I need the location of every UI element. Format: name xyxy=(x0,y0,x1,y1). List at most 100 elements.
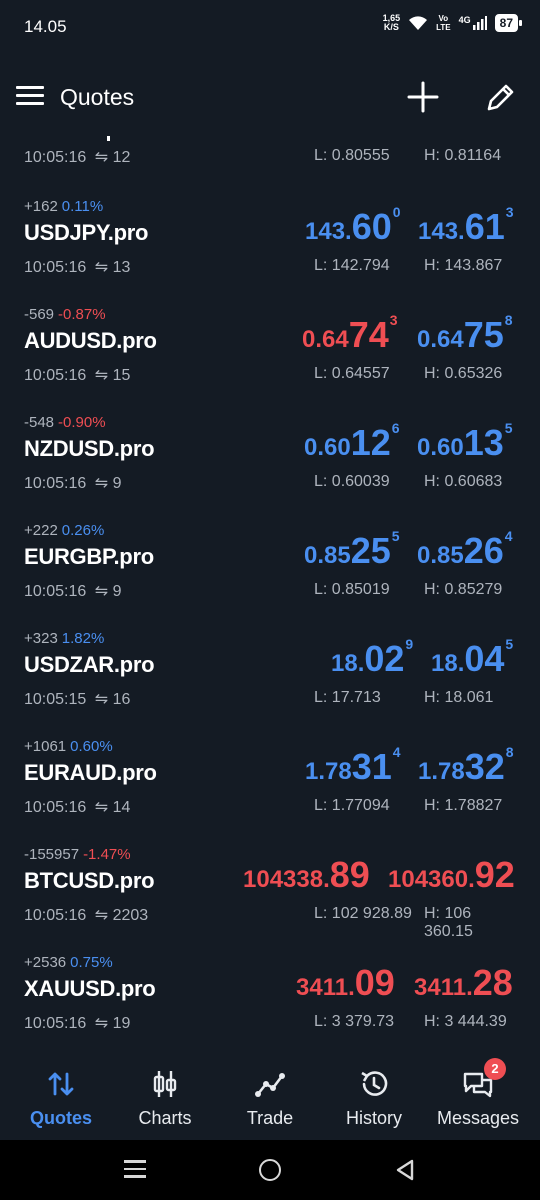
quote-change: -569 -0.87% xyxy=(24,306,106,323)
symbol-name: AUDUSD.pro xyxy=(24,328,157,353)
app-bar: Quotes xyxy=(0,56,540,136)
nav-item-history[interactable]: History xyxy=(320,1058,428,1140)
change-percent: 0.11% xyxy=(61,198,104,215)
page-title: Quotes xyxy=(60,84,135,110)
change-points: +162 xyxy=(24,198,58,215)
quote-low-high: L: 0.85019 H: 0.85279 xyxy=(314,581,512,599)
quote-meta: 10:05:16 ⇋ 19 xyxy=(24,1013,130,1033)
nav-item-messages[interactable]: 2 Messages xyxy=(424,1058,532,1140)
quote-change: +162 0.11% xyxy=(24,198,103,215)
back-icon[interactable] xyxy=(394,1158,416,1182)
bid-price[interactable]: 1.78314 xyxy=(305,744,401,788)
add-symbol-icon[interactable] xyxy=(406,80,440,114)
bid-price[interactable]: 18.029 xyxy=(331,636,413,680)
edit-pencil-icon[interactable] xyxy=(484,80,518,114)
bid-price[interactable]: 0.64743 xyxy=(302,312,398,356)
tick-count: 15 xyxy=(112,367,131,384)
ask-price[interactable]: 0.85264 xyxy=(417,528,513,572)
high-price: H: 3 444.39 xyxy=(424,1013,507,1030)
home-icon[interactable] xyxy=(259,1159,281,1181)
nav-item-quotes[interactable]: Quotes xyxy=(7,1058,115,1140)
quote-row[interactable]: +2536 0.75% XAUUSD.pro 3411.09 3411.28 10… xyxy=(0,954,540,1050)
quote-meta: 10:05:16 ⇋ 14 xyxy=(24,797,130,817)
tick-count: 13 xyxy=(112,259,131,276)
quote-row[interactable]: -548 -0.90% NZDUSD.pro 0.60126 0.60135 10… xyxy=(0,414,540,522)
quote-low-high: L: 142.794 H: 143.867 xyxy=(314,257,512,275)
quote-low-high: L: 0.64557 H: 0.65326 xyxy=(314,365,512,383)
nav-item-trade[interactable]: Trade xyxy=(216,1058,324,1140)
bid-price[interactable]: 143.600 xyxy=(305,204,401,248)
net-speed: 1,65 K/S xyxy=(382,13,401,32)
quote-row-partial[interactable]: 10:05:16 ⇋ 12 L: 0.80555 H: 0.81164 xyxy=(0,136,540,182)
change-points: +2536 xyxy=(24,954,67,971)
change-points: +222 xyxy=(24,522,58,539)
quote-meta: 10:05:15 ⇋ 16 xyxy=(24,689,130,709)
nav-label-history: History xyxy=(345,1108,402,1128)
quote-row[interactable]: +162 0.11% USDJPY.pro 143.600 143.613 10:… xyxy=(0,198,540,306)
change-percent: -0.87% xyxy=(58,306,106,323)
battery-indicator: 87 xyxy=(494,14,523,32)
bid-price[interactable]: 3411.09 xyxy=(296,962,396,1004)
high-price: H: 18.061 xyxy=(424,689,494,706)
ticks-icon: ⇋ xyxy=(94,475,109,492)
ask-price[interactable]: 0.64758 xyxy=(417,312,513,356)
partial-text-fragment xyxy=(107,136,110,141)
hamburger-menu-icon[interactable] xyxy=(16,86,44,106)
nav-item-charts[interactable]: Charts xyxy=(111,1058,219,1140)
quote-time: 10:05:15 xyxy=(24,691,87,708)
quote-row[interactable]: +323 1.82% USDZAR.pro 18.029 18.045 10:05… xyxy=(0,630,540,738)
low-price: L: 0.64557 xyxy=(314,365,390,382)
ticks-icon: ⇋ xyxy=(94,259,109,276)
bid-price[interactable]: 0.60126 xyxy=(304,420,400,464)
trade-icon xyxy=(255,1073,285,1097)
ask-price[interactable]: 104360.92 xyxy=(388,854,516,896)
change-percent: 0.75% xyxy=(70,954,113,971)
quotes-icon xyxy=(48,1072,74,1096)
low-price: L: 142.794 xyxy=(314,257,390,274)
quote-time: 10:05:16 xyxy=(24,799,87,816)
ask-price[interactable]: 0.60135 xyxy=(417,420,513,464)
change-points: +1061 xyxy=(24,738,67,755)
change-points: -569 xyxy=(24,306,55,323)
quote-low-high: L: 3 379.73 H: 3 444.39 xyxy=(314,1013,512,1031)
quote-meta: 10:05:16 ⇋ 15 xyxy=(24,365,130,385)
change-points: -548 xyxy=(24,414,55,431)
quote-low-high: L: 102 928.89 H: 106 360.15 xyxy=(314,905,512,941)
quote-change: -548 -0.90% xyxy=(24,414,106,431)
nav-label-charts: Charts xyxy=(138,1108,192,1128)
bid-price[interactable]: 0.85255 xyxy=(304,528,400,572)
quote-low-high: L: 0.60039 H: 0.60683 xyxy=(314,473,512,491)
change-points: -155957 xyxy=(24,846,80,863)
quote-time: 10:05:16 xyxy=(24,475,87,492)
quote-row[interactable]: -155957 -1.47% BTCUSD.pro 104338.89 10436… xyxy=(0,846,540,954)
low-price: L: 3 379.73 xyxy=(314,1013,395,1030)
system-navigation-bar xyxy=(0,1140,540,1200)
quote-time: 10:05:16 xyxy=(24,583,87,600)
ask-price[interactable]: 1.78328 xyxy=(418,744,514,788)
quotes-list[interactable]: 10:05:16 ⇋ 12 L: 0.80555 H: 0.81164 +162… xyxy=(0,136,540,1050)
quote-meta: 10:05:16 ⇋ 9 xyxy=(24,473,122,493)
quote-low-high: L: 0.80555 H: 0.81164 xyxy=(314,147,502,164)
high-price: H: 0.60683 xyxy=(424,473,503,490)
ask-price[interactable]: 3411.28 xyxy=(414,962,514,1004)
low-price: L: 0.85019 xyxy=(314,581,390,598)
quote-row[interactable]: +1061 0.60% EURAUD.pro 1.78314 1.78328 10… xyxy=(0,738,540,846)
change-points: +323 xyxy=(24,630,58,647)
ask-price[interactable]: 18.045 xyxy=(431,636,513,680)
quote-change: +1061 0.60% xyxy=(24,738,113,755)
quote-row[interactable]: +222 0.26% EURGBP.pro 0.85255 0.85264 10:… xyxy=(0,522,540,630)
messages-badge: 2 xyxy=(484,1058,506,1080)
ask-price[interactable]: 143.613 xyxy=(418,204,514,248)
bid-price[interactable]: 104338.89 xyxy=(243,854,371,896)
quote-change: +323 1.82% xyxy=(24,630,104,647)
status-icons: 1,65 K/S Vo LTE 4G 87 xyxy=(382,13,523,32)
tick-count: 9 xyxy=(112,583,122,600)
recent-apps-icon[interactable] xyxy=(124,1160,146,1180)
quote-meta: 10:05:16 ⇋ 13 xyxy=(24,257,130,277)
tick-count: 19 xyxy=(112,1015,131,1032)
quote-row[interactable]: -569 -0.87% AUDUSD.pro 0.64743 0.64758 10… xyxy=(0,306,540,414)
ticks-icon: ⇋ xyxy=(94,907,109,924)
symbol-name: EURGBP.pro xyxy=(24,544,154,569)
tick-count: 14 xyxy=(112,799,131,816)
tick-count: 9 xyxy=(112,475,122,492)
